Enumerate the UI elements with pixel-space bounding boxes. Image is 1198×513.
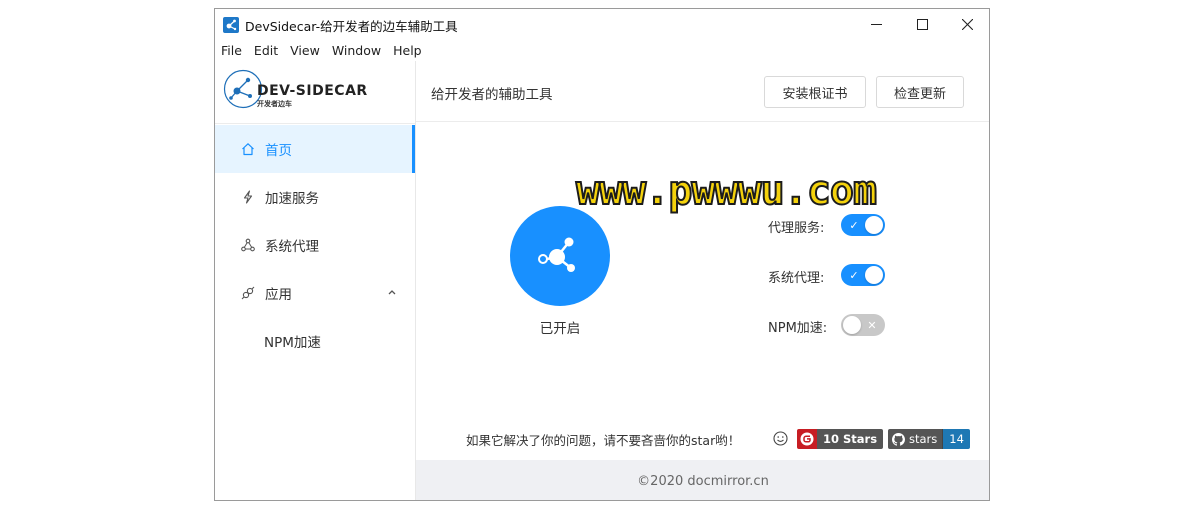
logo-subtitle: 开发者边车	[257, 100, 292, 108]
proxy-toggle-button[interactable]	[510, 206, 610, 306]
close-button[interactable]	[944, 9, 989, 39]
option-label-system-proxy: 系统代理:	[768, 271, 825, 286]
switch-knob	[865, 216, 883, 234]
status-text: 已开启	[539, 321, 581, 337]
logo: DEV-SIDECAR 开发者边车	[215, 61, 415, 124]
gitee-stars-badge[interactable]: 10 Stars	[797, 429, 884, 449]
check-icon: ✓	[849, 268, 859, 282]
github-icon	[892, 432, 905, 446]
thanks-text: 如果它解决了你的问题，请不要吝啬你的star哟！	[466, 433, 741, 448]
sidebar-item-system-proxy[interactable]: 系统代理	[215, 221, 415, 269]
smile-icon	[773, 431, 788, 446]
api-icon	[240, 286, 255, 301]
cluster-icon	[240, 238, 255, 253]
sidebar-item-label: 系统代理	[265, 239, 319, 255]
menu-file[interactable]: File	[215, 41, 248, 61]
install-cert-button[interactable]: 安装根证书	[764, 76, 866, 108]
system-proxy-switch[interactable]: ✓	[841, 264, 885, 286]
sidebar-item-home[interactable]: 首页	[215, 125, 415, 173]
app-content: DEV-SIDECAR 开发者边车 首页 加速服务 系统代理 应用 NPM加速 …	[215, 61, 989, 500]
maximize-button[interactable]	[899, 9, 945, 39]
footer-text: ©2020 docmirror.cn	[637, 473, 769, 489]
watermark: www.pwwwu.com	[575, 167, 878, 215]
menu-bar: File Edit View Window Help	[215, 41, 989, 61]
app-window: DevSidecar-给开发者的边车辅助工具 File Edit View Wi…	[214, 8, 990, 501]
window-title: DevSidecar-给开发者的边车辅助工具	[245, 19, 458, 34]
check-icon: ✓	[849, 218, 859, 232]
sidebar-item-npm[interactable]: NPM加速	[215, 317, 415, 365]
menu-help[interactable]: Help	[387, 41, 428, 61]
app-icon	[223, 17, 239, 33]
menu-edit[interactable]: Edit	[248, 41, 284, 61]
check-update-button[interactable]: 检查更新	[876, 76, 964, 108]
sidebar-item-label: NPM加速	[264, 335, 321, 351]
sidebar-item-apps[interactable]: 应用	[215, 269, 415, 317]
title-bar[interactable]: DevSidecar-给开发者的边车辅助工具	[215, 9, 989, 41]
maximize-icon	[916, 18, 928, 30]
option-label-proxy: 代理服务:	[768, 221, 825, 236]
menu-window[interactable]: Window	[326, 41, 387, 61]
sidebar-item-acceleration[interactable]: 加速服务	[215, 173, 415, 221]
minimize-icon	[870, 23, 882, 25]
sidebar-item-label: 加速服务	[265, 191, 319, 207]
gitee-icon	[800, 432, 814, 446]
header: 给开发者的辅助工具 安装根证书 检查更新	[416, 61, 989, 122]
sidebar-item-label: 应用	[265, 287, 292, 303]
sidebar: DEV-SIDECAR 开发者边车 首页 加速服务 系统代理 应用 NPM加速	[215, 61, 416, 500]
page-title: 给开发者的辅助工具	[431, 87, 553, 103]
main-panel: 给开发者的辅助工具 安装根证书 检查更新 www.pwwwu.com 已开启 代…	[416, 61, 989, 500]
menu-view[interactable]: View	[284, 41, 326, 61]
close-icon	[961, 18, 973, 30]
switch-knob	[843, 316, 861, 334]
option-label-npm: NPM加速:	[768, 321, 828, 336]
npm-acceleration-switch[interactable]: ✕	[841, 314, 885, 336]
gitee-logo	[797, 429, 817, 449]
home-icon	[240, 142, 255, 157]
sidebar-item-label: 首页	[265, 143, 292, 159]
switch-knob	[865, 266, 883, 284]
chevron-up-icon	[388, 290, 396, 295]
sidebar-nav: 首页 加速服务 系统代理 应用 NPM加速	[215, 125, 415, 365]
cross-icon: ✕	[867, 318, 877, 332]
github-stars-badge[interactable]: stars 14	[888, 429, 970, 449]
thunderbolt-icon	[240, 190, 255, 205]
gitee-stars-text: 10 Stars	[817, 429, 884, 449]
logo-text: DEV-SIDECAR	[257, 83, 368, 99]
github-badge-label: stars	[909, 432, 938, 446]
github-badge-left: stars	[888, 429, 943, 449]
share-node-icon	[538, 237, 575, 272]
proxy-service-switch[interactable]: ✓	[841, 214, 885, 236]
footer: ©2020 docmirror.cn	[416, 460, 989, 500]
minimize-button[interactable]	[853, 9, 899, 39]
github-badge-count: 14	[942, 429, 970, 449]
